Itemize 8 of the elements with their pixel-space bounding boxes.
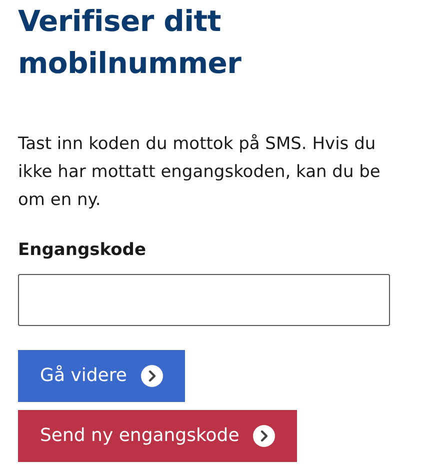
resend-button[interactable]: Send ny engangskode xyxy=(18,410,298,462)
field-label: Engangskode xyxy=(18,239,146,262)
chevron-right-icon xyxy=(253,424,276,446)
chevron-right-icon xyxy=(140,364,163,386)
page-heading: Verifiser ditt mobilnummer xyxy=(18,3,242,82)
instruction-text: Tast inn koden du mottok på SMS. Hvis du ikke har mottatt engangskoden, kan du be om en ny. xyxy=(18,133,382,212)
continue-button[interactable]: Gå videre xyxy=(18,350,185,402)
code-input-field[interactable] xyxy=(18,274,390,326)
